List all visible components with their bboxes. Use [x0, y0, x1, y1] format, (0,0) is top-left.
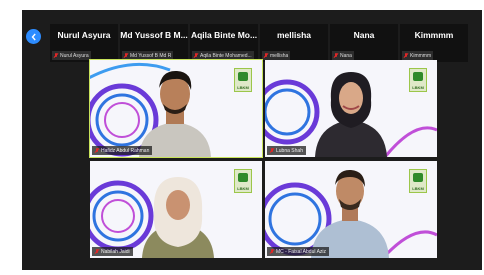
participant-name-tag: mellisha — [262, 51, 291, 60]
participant-name-tag: MC - Faisal Abdul Aziz — [267, 247, 330, 256]
participant-label: Kimmmm — [410, 52, 432, 59]
participant-name-tag: Nurul Asyura — [52, 51, 91, 60]
participant-thumbnail[interactable]: Kimmmm Kimmmm — [400, 24, 468, 62]
participant-label: Nabilah Jaidi — [101, 248, 130, 255]
video-meeting-window: Nurul Asyura Nurul Asyura Md Yussof B M.… — [22, 10, 482, 270]
video-tile[interactable]: Nabilah Jaidi — [90, 161, 262, 258]
video-tile[interactable]: MC - Faisal Abdul Aziz — [265, 161, 437, 258]
participant-thumbnail[interactable]: Md Yussof B M... Md Yussof B Md R — [120, 24, 188, 62]
participant-thumbnail[interactable]: Aqila Binte Mo... Aqila Binte Mohamed... — [190, 24, 258, 62]
participant-name-tag: Nabilah Jaidi — [92, 247, 133, 256]
participant-strip: Nurul Asyura Nurul Asyura Md Yussof B M.… — [50, 24, 482, 62]
participant-display-name: mellisha — [276, 30, 312, 40]
participant-display-name: Aqila Binte Mo... — [190, 30, 258, 40]
mic-muted-icon — [95, 249, 99, 254]
participant-video — [311, 169, 389, 258]
participant-label: MC - Faisal Abdul Aziz — [276, 248, 327, 255]
participant-name-tag: Kimmmm — [402, 51, 434, 60]
mic-muted-icon — [264, 53, 268, 58]
participant-video — [139, 70, 211, 157]
participant-label: mellisha — [270, 52, 289, 59]
mic-muted-icon — [124, 53, 128, 58]
mic-muted-icon — [404, 53, 408, 58]
participant-label: Hafidz Abdul Rahman — [101, 147, 150, 154]
organization-logo — [409, 169, 427, 193]
participant-video — [142, 177, 214, 258]
previous-page-button[interactable] — [26, 29, 41, 44]
participant-thumbnail[interactable]: Nana Nana — [330, 24, 398, 62]
video-tile[interactable]: Hafidz Abdul Rahman — [89, 59, 263, 158]
participant-video — [315, 72, 387, 157]
mic-muted-icon — [95, 148, 99, 153]
participant-name-tag: Aqila Binte Mohamed... — [192, 51, 254, 60]
mic-muted-icon — [270, 249, 274, 254]
participant-display-name: Nurul Asyura — [57, 30, 111, 40]
participant-thumbnail[interactable]: mellisha mellisha — [260, 24, 328, 62]
participant-display-name: Md Yussof B M... — [120, 30, 188, 40]
video-tile[interactable]: Lubna Shah — [265, 60, 437, 157]
mic-muted-icon — [334, 53, 338, 58]
participant-label: Nurul Asyura — [60, 52, 89, 59]
organization-logo — [234, 68, 252, 92]
participant-label: Md Yussof B Md R — [130, 52, 172, 59]
organization-logo — [234, 169, 252, 193]
participant-label: Nana — [340, 52, 352, 59]
participant-display-name: Kimmmm — [414, 30, 454, 40]
participant-thumbnail[interactable]: Nurul Asyura Nurul Asyura — [50, 24, 118, 62]
participant-label: Aqila Binte Mohamed... — [200, 52, 252, 59]
participant-display-name: Nana — [353, 30, 375, 40]
participant-name-tag: Lubna Shah — [267, 146, 306, 155]
chevron-left-icon — [31, 33, 36, 40]
organization-logo — [409, 68, 427, 92]
gallery-view: Hafidz Abdul Rahman Lubna Shah — [89, 59, 438, 258]
participant-name-tag: Hafidz Abdul Rahman — [92, 146, 153, 155]
participant-name-tag: Nana — [332, 51, 354, 60]
mic-muted-icon — [194, 53, 198, 58]
participant-name-tag: Md Yussof B Md R — [122, 51, 174, 60]
mic-muted-icon — [270, 148, 274, 153]
mic-muted-icon — [54, 53, 58, 58]
participant-label: Lubna Shah — [276, 147, 303, 154]
